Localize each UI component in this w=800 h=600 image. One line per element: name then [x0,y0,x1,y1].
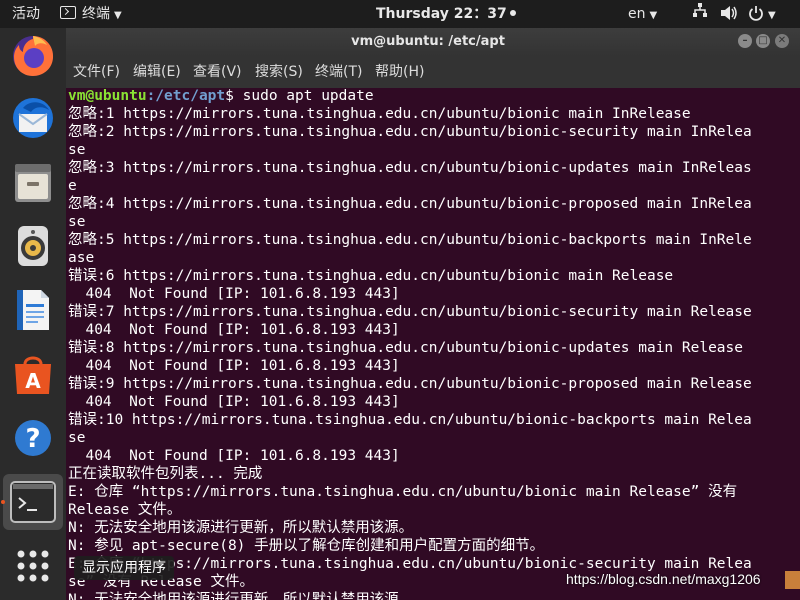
output-line: 404 Not Found [IP: 101.6.8.193 443] [68,448,400,464]
software-center-icon[interactable]: A [9,350,57,398]
menu-help[interactable]: 帮助(H) [375,56,424,88]
dock: A ? [0,28,66,600]
app-menu-label: 终端 [82,6,110,22]
output-line: 错误:7 https://mirrors.tuna.tsinghua.edu.c… [68,304,752,320]
output-line: se [68,430,86,446]
notification-dot-icon [509,10,516,16]
show-apps-icon[interactable] [9,542,57,590]
prompt-path: :/etc/apt [146,88,226,104]
network-icon[interactable] [692,0,708,28]
activities-button[interactable]: 活动 [12,0,40,28]
output-line: e [68,178,77,194]
dock-tooltip: 显示应用程序 [74,556,174,580]
close-button[interactable]: ✕ [775,34,789,48]
output-line: 错误:6 https://mirrors.tuna.tsinghua.edu.c… [68,268,674,284]
output-line: se [68,142,86,158]
window-title: vm@ubuntu: /etc/apt [351,34,505,49]
running-indicator-icon [1,500,5,504]
menu-bar: 文件(F) 编辑(E) 查看(V) 搜索(S) 终端(T) 帮助(H) [66,56,800,88]
output-line: 忽略:1 https://mirrors.tuna.tsinghua.edu.c… [68,106,691,122]
output-line: 错误:8 https://mirrors.tuna.tsinghua.edu.c… [68,340,744,356]
output-line: se [68,214,86,230]
window-titlebar[interactable]: vm@ubuntu: /etc/apt – □ ✕ [66,28,800,56]
terminal-icon[interactable] [3,474,63,530]
output-line: 忽略:5 https://mirrors.tuna.tsinghua.edu.c… [68,232,752,248]
corner-decoration [785,571,800,589]
maximize-button[interactable]: □ [756,34,770,48]
app-menu-button[interactable]: 终端 ▼ [60,0,122,28]
output-line: 正在读取软件包列表... 完成 [68,466,263,482]
language-label: en [628,6,646,22]
chevron-down-icon: ▼ [114,10,122,21]
menu-terminal[interactable]: 终端(T) [315,56,362,88]
prompt-user: vm@ubuntu [68,88,147,104]
power-icon [749,6,763,21]
menu-search[interactable]: 搜索(S) [255,56,303,88]
rhythmbox-icon[interactable] [9,222,57,270]
output-line: Release 文件。 [68,502,182,518]
output-line: E: 仓库 “https://mirrors.tuna.tsinghua.edu… [68,484,738,500]
help-icon[interactable]: ? [9,414,57,462]
output-line: ase [68,250,95,266]
output-line: N: 无法安全地用该源进行更新，所以默认禁用该源。 [68,520,414,536]
watermark: https://blog.csdn.net/maxg1206 [566,571,761,587]
files-icon[interactable] [9,158,57,206]
firefox-icon[interactable] [9,31,57,79]
svg-text:?: ? [25,424,40,454]
clock-label: Thursday 22：37 [376,6,507,22]
terminal-output[interactable]: vm@ubuntu:/etc/apt$ sudo apt update 忽略:1… [66,88,800,600]
output-line: N: 无法安全地用该源进行更新，所以默认禁用该源。 [68,592,414,600]
prompt-command: sudo apt update [242,88,374,104]
prompt-symbol: $ [225,88,243,104]
output-line: 忽略:2 https://mirrors.tuna.tsinghua.edu.c… [68,124,752,140]
thunderbird-icon[interactable] [9,94,57,142]
volume-icon[interactable] [720,0,738,28]
output-line: 404 Not Found [IP: 101.6.8.193 443] [68,394,400,410]
menu-file[interactable]: 文件(F) [73,56,120,88]
menu-edit[interactable]: 编辑(E) [133,56,181,88]
output-line: N: 参见 apt-secure(8) 手册以了解仓库创建和用户配置方面的细节。 [68,538,545,554]
clock-button[interactable]: Thursday 22：37 [376,0,516,28]
output-line: 忽略:4 https://mirrors.tuna.tsinghua.edu.c… [68,196,752,212]
output-line: 404 Not Found [IP: 101.6.8.193 443] [68,286,400,302]
writer-icon[interactable] [9,286,57,334]
output-line: 404 Not Found [IP: 101.6.8.193 443] [68,358,400,374]
menu-view[interactable]: 查看(V) [193,56,242,88]
terminal-icon [60,6,76,19]
minimize-button[interactable]: – [738,34,752,48]
svg-text:A: A [25,369,41,393]
top-bar: 活动 终端 ▼ Thursday 22：37 en ▼ ▼ [0,0,800,28]
chevron-down-icon: ▼ [649,10,658,21]
chevron-down-icon: ▼ [768,10,776,21]
output-line: 404 Not Found [IP: 101.6.8.193 443] [68,322,400,338]
power-menu[interactable]: ▼ [748,0,776,28]
output-line: 错误:9 https://mirrors.tuna.tsinghua.edu.c… [68,376,752,392]
output-line: 错误:10 https://mirrors.tuna.tsinghua.edu.… [68,412,752,428]
language-indicator[interactable]: en ▼ [628,0,657,28]
output-line: 忽略:3 https://mirrors.tuna.tsinghua.edu.c… [68,160,752,176]
prompt-line: vm@ubuntu:/etc/apt$ sudo apt update [68,88,798,105]
